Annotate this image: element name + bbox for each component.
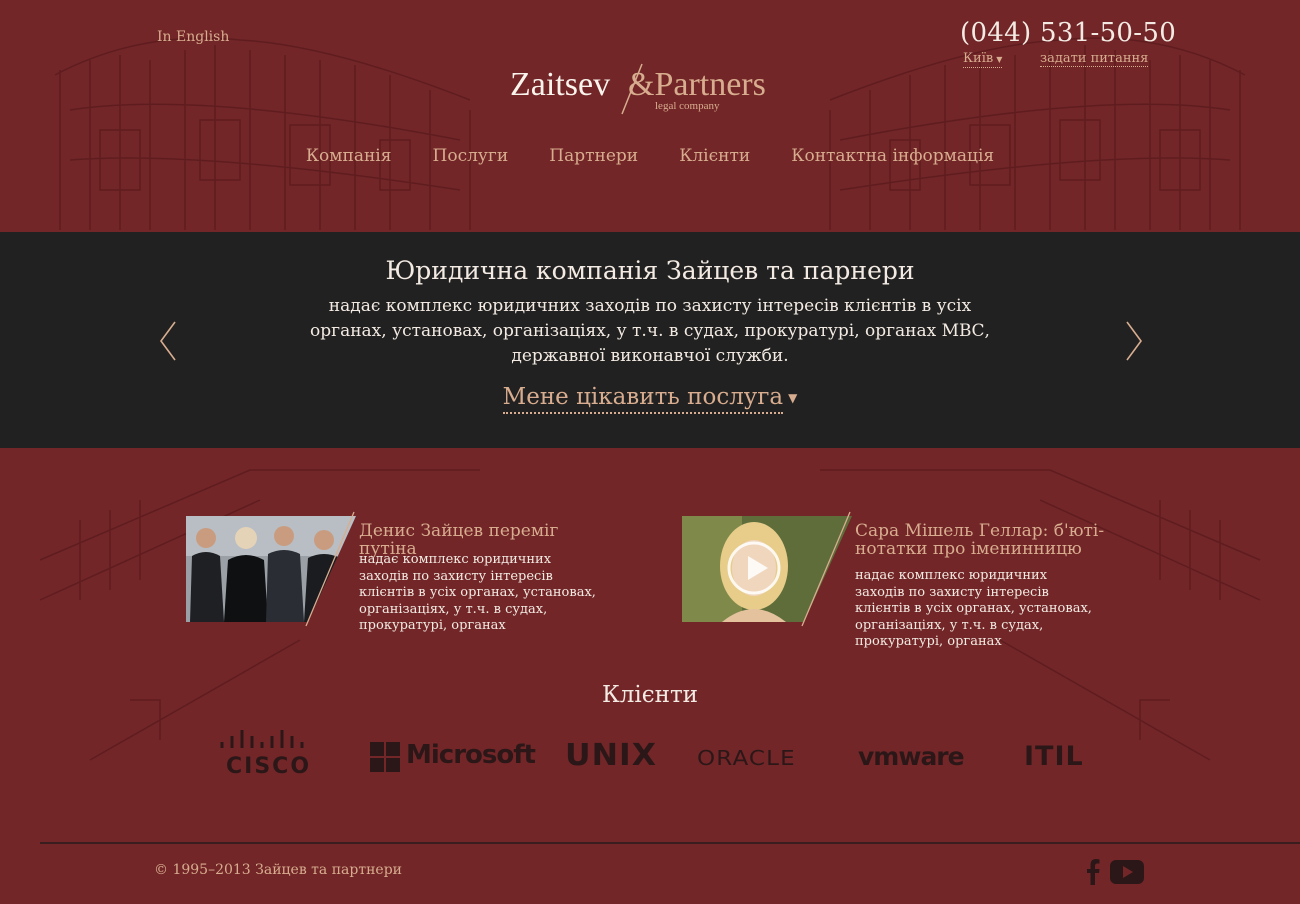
city-selector[interactable]: Київ ▼ [963,51,1003,68]
client-name: ITIL [1024,741,1084,772]
microsoft-logo-icon [370,742,400,772]
news-headline[interactable]: Сара Мішель Геллар: б'юті-нотатки про ім… [855,522,1115,558]
footer-copyright: © 1995–2013 Зайцев та партнери [154,862,403,878]
arrow-right-icon[interactable] [1124,320,1144,362]
facebook-icon[interactable] [1085,858,1101,886]
company-logo[interactable]: Zaitsev &Partners legal company [510,60,800,120]
news-item[interactable]: Сара Мішель Геллар: б'юті-нотатки про ім… [682,511,1122,649]
logo-tagline: legal company [655,100,720,112]
client-name: ORACLE [697,746,796,770]
nav-item-contacts[interactable]: Контактна інформація [791,146,994,166]
client-name: UNIX [565,738,658,773]
language-switch-link[interactable]: In English [157,29,229,45]
ask-question-link[interactable]: задати питання [1040,52,1149,67]
client-name: CISCO [226,754,312,779]
client-name: Microsoft [406,740,536,770]
nav-item-partners[interactable]: Партнери [549,146,638,166]
main-nav: Компанія Послуги Партнери Клієнти Контак… [0,146,1300,166]
hero-text: надає комплекс юридичних заходів по захи… [310,296,990,366]
service-interest-label: Мене цікавить послуга [502,384,784,414]
hero-slider: Юридична компанія Зайцев та парнери нада… [0,232,1300,448]
chevron-down-icon: ▼ [788,391,798,405]
phone-number: (044) 531-50-50 [960,18,1177,48]
nav-item-company[interactable]: Компанія [306,146,392,166]
logo-partners: &Partners [628,66,766,103]
city-label: Київ [963,51,994,66]
hero-title: Юридична компанія Зайцев та парнери [385,256,915,285]
news-item[interactable]: Денис Зайцев переміг путіна надає компле… [186,511,626,633]
nav-item-services[interactable]: Послуги [433,146,509,166]
nav-item-clients[interactable]: Клієнти [679,146,750,166]
news-body: надає комплекс юридичних заходів по захи… [855,568,1092,649]
footer-divider [40,842,1300,844]
youtube-icon[interactable] [1110,860,1144,884]
news-divider [305,511,355,627]
arrow-left-icon[interactable] [158,320,178,362]
news-body: надає комплекс юридичних заходів по захи… [359,552,596,633]
logo-slash-icon [621,63,643,115]
logo-main: Zaitsev [510,66,611,103]
service-interest-dropdown[interactable]: Мене цікавить послуга ▼ [0,384,1300,414]
news-divider [801,511,851,627]
client-logo-cisco[interactable]: CISCO [218,728,314,784]
chevron-down-icon: ▼ [996,55,1003,64]
client-name: vmware [858,742,965,771]
clients-title: Клієнти [601,682,699,708]
